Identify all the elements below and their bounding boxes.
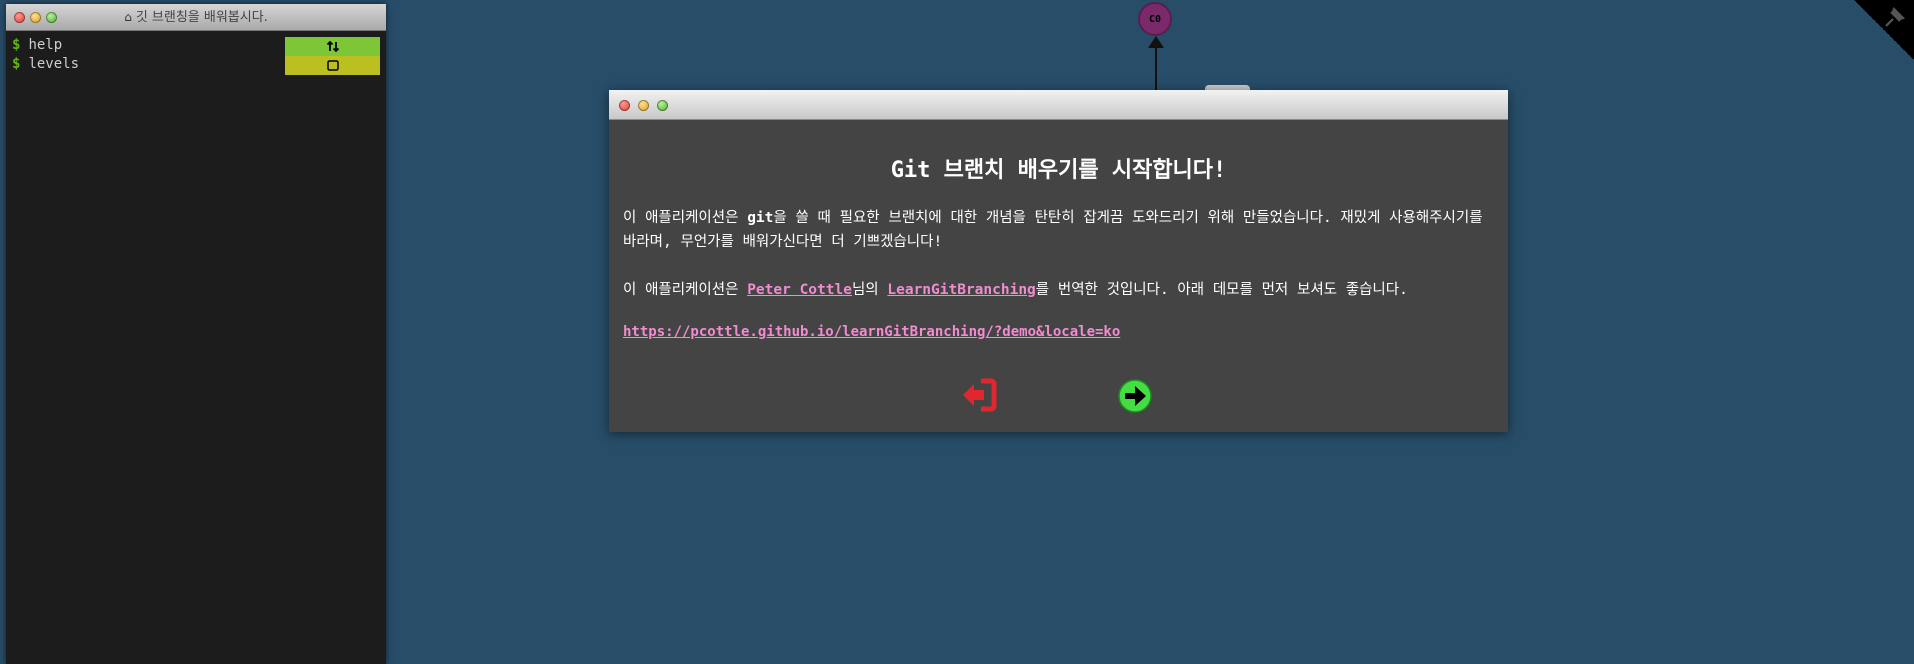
next-button[interactable] [1117, 378, 1153, 418]
maximize-dot-icon[interactable] [657, 100, 668, 111]
sign-out-icon [963, 378, 997, 412]
terminal-titlebar: ⌂ 깃 브랜칭을 배워봅시다. [6, 4, 386, 31]
commit-node[interactable]: C0 [1138, 2, 1172, 36]
square-icon [326, 60, 339, 71]
command-text: levels [28, 56, 80, 72]
arrow-right-circle-icon [1118, 379, 1152, 413]
commit-arrow-icon [1148, 36, 1164, 48]
credit-paragraph: 이 애플리케이션은 Peter Cottle님의 LearnGitBranchi… [623, 282, 1408, 298]
refresh-button[interactable] [285, 37, 380, 56]
intro-paragraph: 이 애플리케이션은 git을 쓸 때 필요한 브랜치에 대한 개념을 탄탄히 잡… [623, 210, 1483, 250]
dialog-content: Git 브랜치 배우기를 시작합니다! 이 애플리케이션은 git을 쓸 때 필… [609, 152, 1508, 340]
project-link[interactable]: LearnGitBranching [887, 282, 1035, 298]
dialog-titlebar [609, 90, 1508, 120]
pushpin-icon [1885, 6, 1906, 27]
prompt-symbol: $ [12, 56, 21, 72]
dialog-nav [609, 378, 1508, 418]
terminal-window: ⌂ 깃 브랜칭을 배워봅시다. $ help $ levels [6, 4, 386, 664]
dialog-title: Git 브랜치 배우기를 시작합니다! [890, 158, 1227, 183]
minimize-dot-icon[interactable] [638, 100, 649, 111]
terminal-title: ⌂ 깃 브랜칭을 배워봅시다. [124, 10, 268, 25]
refresh-arrows-icon [326, 40, 339, 53]
prompt-symbol: $ [12, 37, 21, 53]
home-icon: ⌂ [124, 10, 132, 24]
intro-dialog: Git 브랜치 배우기를 시작합니다! 이 애플리케이션은 git을 쓸 때 필… [609, 90, 1508, 432]
quit-button[interactable] [961, 378, 997, 416]
demo-link[interactable]: https://pcottle.github.io/learnGitBranch… [623, 324, 1494, 340]
command-text: help [28, 37, 63, 53]
level-toggle-button[interactable] [285, 56, 380, 75]
window-controls [619, 100, 668, 111]
author-link[interactable]: Peter Cottle [747, 282, 852, 298]
close-dot-icon[interactable] [619, 100, 630, 111]
